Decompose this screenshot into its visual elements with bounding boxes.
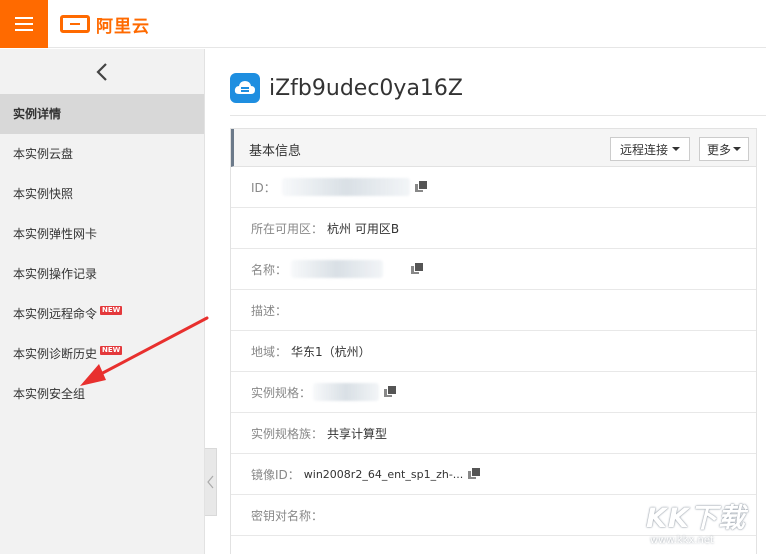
new-badge: NEW — [100, 306, 123, 315]
sidebar-item-remote-commands[interactable]: 本实例远程命令 NEW — [0, 294, 204, 334]
brand-logo[interactable]: 阿里云 — [60, 11, 150, 37]
hamburger-icon — [15, 17, 33, 31]
caret-down-icon — [672, 147, 681, 151]
sidebar-item-eni[interactable]: 本实例弹性网卡 — [0, 214, 204, 254]
cloud-server-icon — [230, 73, 260, 103]
watermark: KK下载 www.kkx.net — [646, 496, 762, 552]
sidebar-item-snapshots[interactable]: 本实例快照 — [0, 174, 204, 214]
panel-header: 基本信息 远程连接 更多 — [231, 129, 756, 167]
main-content: iZfb9udec0ya16Z 基本信息 远程连接 更多 ID： 所在可用区： … — [230, 49, 766, 554]
copy-icon[interactable] — [384, 386, 397, 398]
chevron-left-icon — [207, 475, 214, 489]
chevron-left-icon — [96, 62, 107, 81]
back-button[interactable] — [0, 49, 204, 94]
sidebar: 实例详情 本实例云盘 本实例快照 本实例弹性网卡 本实例操作记录 本实例远程命令… — [0, 49, 205, 554]
info-row-image-id: 镜像ID： win2008r2_64_ent_sp1_zh-... — [231, 454, 756, 495]
sidebar-item-operation-log[interactable]: 本实例操作记录 — [0, 254, 204, 294]
watermark-url: www.kkx.net — [650, 535, 714, 546]
caret-down-icon — [733, 147, 742, 151]
copy-icon[interactable] — [414, 181, 427, 193]
redacted-value — [313, 383, 380, 401]
redacted-value — [291, 260, 384, 278]
sidebar-item-security-groups[interactable]: 本实例安全组 — [0, 374, 204, 414]
info-row-instance-family: 实例规格族： 共享计算型 — [231, 413, 756, 454]
sidebar-item-instance-details[interactable]: 实例详情 — [0, 94, 204, 134]
panel-title: 基本信息 — [249, 144, 302, 159]
brand-name: 阿里云 — [96, 16, 150, 37]
copy-icon[interactable] — [411, 263, 424, 275]
sidebar-collapse-handle[interactable] — [205, 448, 217, 516]
basic-info-panel: 基本信息 远程连接 更多 ID： 所在可用区： 杭州 可用区B 名称： 描述： … — [230, 128, 757, 554]
title-divider — [230, 115, 766, 116]
aliyun-logo-icon — [60, 15, 90, 33]
redacted-value — [281, 178, 410, 196]
menu-button[interactable] — [0, 0, 48, 48]
info-row-instance-type: 实例规格： — [231, 372, 756, 413]
copy-icon[interactable] — [468, 468, 481, 480]
info-row-region: 地域： 华东1（杭州） — [231, 331, 756, 372]
more-button[interactable]: 更多 — [699, 137, 750, 161]
sidebar-item-disks[interactable]: 本实例云盘 — [0, 134, 204, 174]
instance-header: iZfb9udec0ya16Z — [230, 71, 463, 105]
info-row-zone: 所在可用区： 杭州 可用区B — [231, 208, 756, 249]
page-title: iZfb9udec0ya16Z — [269, 75, 463, 101]
sidebar-item-diagnosis-history[interactable]: 本实例诊断历史 NEW — [0, 334, 204, 374]
top-bar: 阿里云 — [0, 0, 766, 48]
new-badge: NEW — [100, 346, 123, 355]
info-row-id: ID： — [231, 167, 756, 208]
remote-connect-button[interactable]: 远程连接 — [610, 137, 691, 161]
info-row-name: 名称： — [231, 249, 756, 290]
info-row-description: 描述： — [231, 290, 756, 331]
watermark-logo: KK下载 — [646, 503, 746, 534]
